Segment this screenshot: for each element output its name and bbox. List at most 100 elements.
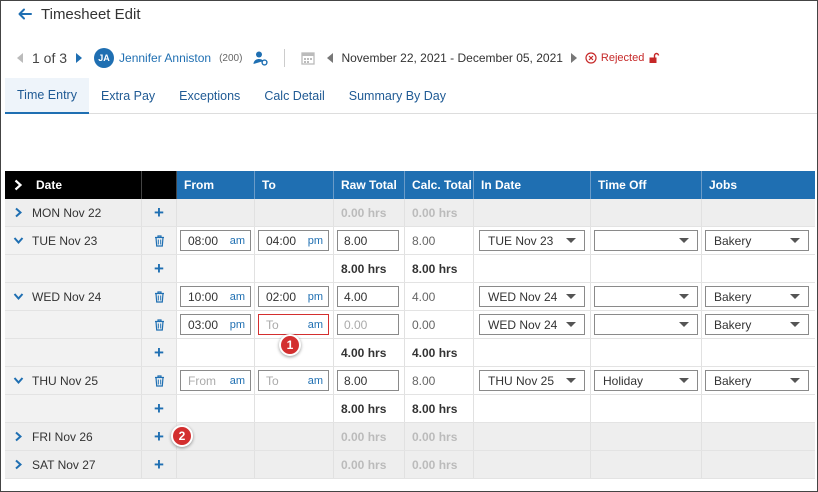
calendar-icon[interactable] bbox=[301, 51, 316, 65]
day-cell: SAT Nov 27 bbox=[5, 451, 142, 478]
tab-time-entry[interactable]: Time Entry bbox=[5, 78, 89, 114]
person-settings-icon[interactable] bbox=[252, 50, 269, 66]
am-pm-toggle[interactable]: am bbox=[230, 375, 245, 387]
previous-period-icon[interactable] bbox=[327, 53, 334, 63]
in-date-cell bbox=[474, 423, 591, 450]
raw-total-input[interactable]: 8.00 bbox=[337, 230, 399, 251]
raw-cell: 0.00 hrs bbox=[334, 423, 405, 450]
jobs-column-header: Jobs bbox=[702, 171, 815, 199]
trash-icon[interactable] bbox=[154, 234, 165, 247]
am-pm-toggle[interactable]: am bbox=[230, 291, 245, 303]
add-entry-icon[interactable]: + bbox=[154, 428, 164, 445]
day-label: THU Nov 25 bbox=[32, 373, 99, 388]
day-cell bbox=[5, 255, 142, 282]
from-time-input[interactable]: 08:00 am bbox=[180, 230, 251, 251]
am-pm-toggle[interactable]: am bbox=[308, 319, 323, 331]
time-off-select[interactable] bbox=[594, 314, 698, 335]
from-time-input[interactable]: 10:00 am bbox=[180, 286, 251, 307]
trash-icon[interactable] bbox=[154, 290, 165, 303]
caret-down-icon bbox=[790, 294, 800, 299]
next-employee-icon[interactable] bbox=[76, 53, 83, 63]
select-value: Holiday bbox=[603, 373, 644, 388]
trash-icon[interactable] bbox=[154, 318, 165, 331]
chevron-right-icon[interactable] bbox=[13, 207, 24, 218]
divider bbox=[284, 49, 286, 67]
caret-down-icon bbox=[566, 322, 576, 327]
tab-summary-by-day[interactable]: Summary By Day bbox=[337, 78, 458, 114]
time-off-select[interactable]: Holiday bbox=[594, 370, 698, 391]
raw-total-input[interactable]: 4.00 bbox=[337, 286, 399, 307]
calc-total: 4.00 hrs bbox=[412, 345, 458, 360]
job-select[interactable]: Bakery bbox=[705, 286, 809, 307]
from-time-input[interactable]: From am bbox=[180, 370, 251, 391]
calc-total: 8.00 hrs bbox=[412, 401, 458, 416]
date-header-label: Date bbox=[36, 178, 63, 192]
table-row: + 8.00 hrs 8.00 hrs bbox=[5, 395, 815, 423]
employee-name-link[interactable]: Jennifer Anniston bbox=[119, 51, 211, 65]
table-row: THU Nov 25 From am To am 8.00 8.00 THU Nov… bbox=[5, 367, 815, 395]
table-row: TUE Nov 23 08:00 am 04:00 pm 8.00 8.00 TUE… bbox=[5, 227, 815, 255]
am-pm-toggle[interactable]: am bbox=[308, 375, 323, 387]
job-select[interactable]: Bakery bbox=[705, 314, 809, 335]
tab-calc-detail[interactable]: Calc Detail bbox=[252, 78, 336, 114]
calc-value: 0.00 bbox=[412, 317, 436, 332]
avatar: JA bbox=[94, 48, 115, 68]
to-time-input[interactable]: 02:00 pm bbox=[258, 286, 329, 307]
am-pm-toggle[interactable]: pm bbox=[308, 291, 323, 303]
table-row: MON Nov 22 + 0.00 hrs 0.00 hrs bbox=[5, 199, 815, 227]
caret-down-icon bbox=[566, 294, 576, 299]
from-cell bbox=[177, 339, 255, 366]
next-period-icon[interactable] bbox=[570, 53, 577, 63]
table-header: Date From To Raw Total Calc. Total In Da… bbox=[5, 171, 815, 199]
expand-all-icon[interactable] bbox=[12, 179, 24, 191]
am-pm-toggle[interactable]: pm bbox=[230, 319, 245, 331]
time-value: 10:00 bbox=[188, 289, 219, 304]
chevron-down-icon[interactable] bbox=[13, 375, 24, 386]
job-select[interactable]: Bakery bbox=[705, 230, 809, 251]
raw-total-input[interactable]: 8.00 bbox=[337, 370, 399, 391]
in-date-select[interactable]: TUE Nov 23 bbox=[479, 230, 585, 251]
chevron-down-icon[interactable] bbox=[13, 235, 24, 246]
calc-total: 0.00 hrs bbox=[412, 457, 458, 472]
chevron-right-icon[interactable] bbox=[13, 459, 24, 470]
in-date-cell: WED Nov 24 bbox=[474, 283, 591, 310]
add-entry-icon[interactable]: + bbox=[154, 400, 164, 417]
to-time-input[interactable]: To am bbox=[258, 370, 329, 391]
chevron-right-icon[interactable] bbox=[13, 431, 24, 442]
in-date-select[interactable]: THU Nov 25 bbox=[479, 370, 585, 391]
tab-extra-pay[interactable]: Extra Pay bbox=[89, 78, 167, 114]
unlock-icon[interactable] bbox=[648, 52, 660, 64]
table-row: 03:00 pm To am 0.00 0.00 WED Nov 24 Bakery bbox=[5, 311, 815, 339]
time-placeholder: To bbox=[266, 317, 279, 332]
to-time-input-error[interactable]: To am bbox=[258, 314, 329, 335]
day-label: WED Nov 24 bbox=[32, 289, 102, 304]
time-off-select[interactable] bbox=[594, 230, 698, 251]
time-off-cell: Holiday bbox=[591, 367, 702, 394]
action-cell: + bbox=[142, 451, 177, 478]
add-entry-icon[interactable]: + bbox=[154, 260, 164, 277]
previous-employee-icon[interactable] bbox=[17, 53, 23, 63]
chevron-down-icon[interactable] bbox=[13, 291, 24, 302]
add-entry-icon[interactable]: + bbox=[154, 344, 164, 361]
trash-icon[interactable] bbox=[154, 374, 165, 387]
from-time-input[interactable]: 03:00 pm bbox=[180, 314, 251, 335]
add-entry-icon[interactable]: + bbox=[154, 456, 164, 473]
date-column-header[interactable]: Date bbox=[5, 171, 142, 199]
raw-total-input[interactable]: 0.00 bbox=[337, 314, 399, 335]
raw-placeholder: 0.00 bbox=[344, 317, 368, 332]
page-title: Timesheet Edit bbox=[41, 5, 141, 23]
back-arrow-icon[interactable] bbox=[17, 6, 33, 22]
in-date-select[interactable]: WED Nov 24 bbox=[479, 286, 585, 307]
to-cell: To am bbox=[255, 311, 334, 338]
calc-value: 8.00 bbox=[412, 373, 436, 388]
time-off-select[interactable] bbox=[594, 286, 698, 307]
in-date-select[interactable]: WED Nov 24 bbox=[479, 314, 585, 335]
am-pm-toggle[interactable]: am bbox=[230, 235, 245, 247]
to-time-input[interactable]: 04:00 pm bbox=[258, 230, 329, 251]
add-entry-icon[interactable]: + bbox=[154, 204, 164, 221]
raw-cell: 4.00 bbox=[334, 283, 405, 310]
tab-exceptions[interactable]: Exceptions bbox=[167, 78, 252, 114]
day-cell: TUE Nov 23 bbox=[5, 227, 142, 254]
am-pm-toggle[interactable]: pm bbox=[308, 235, 323, 247]
job-select[interactable]: Bakery bbox=[705, 370, 809, 391]
